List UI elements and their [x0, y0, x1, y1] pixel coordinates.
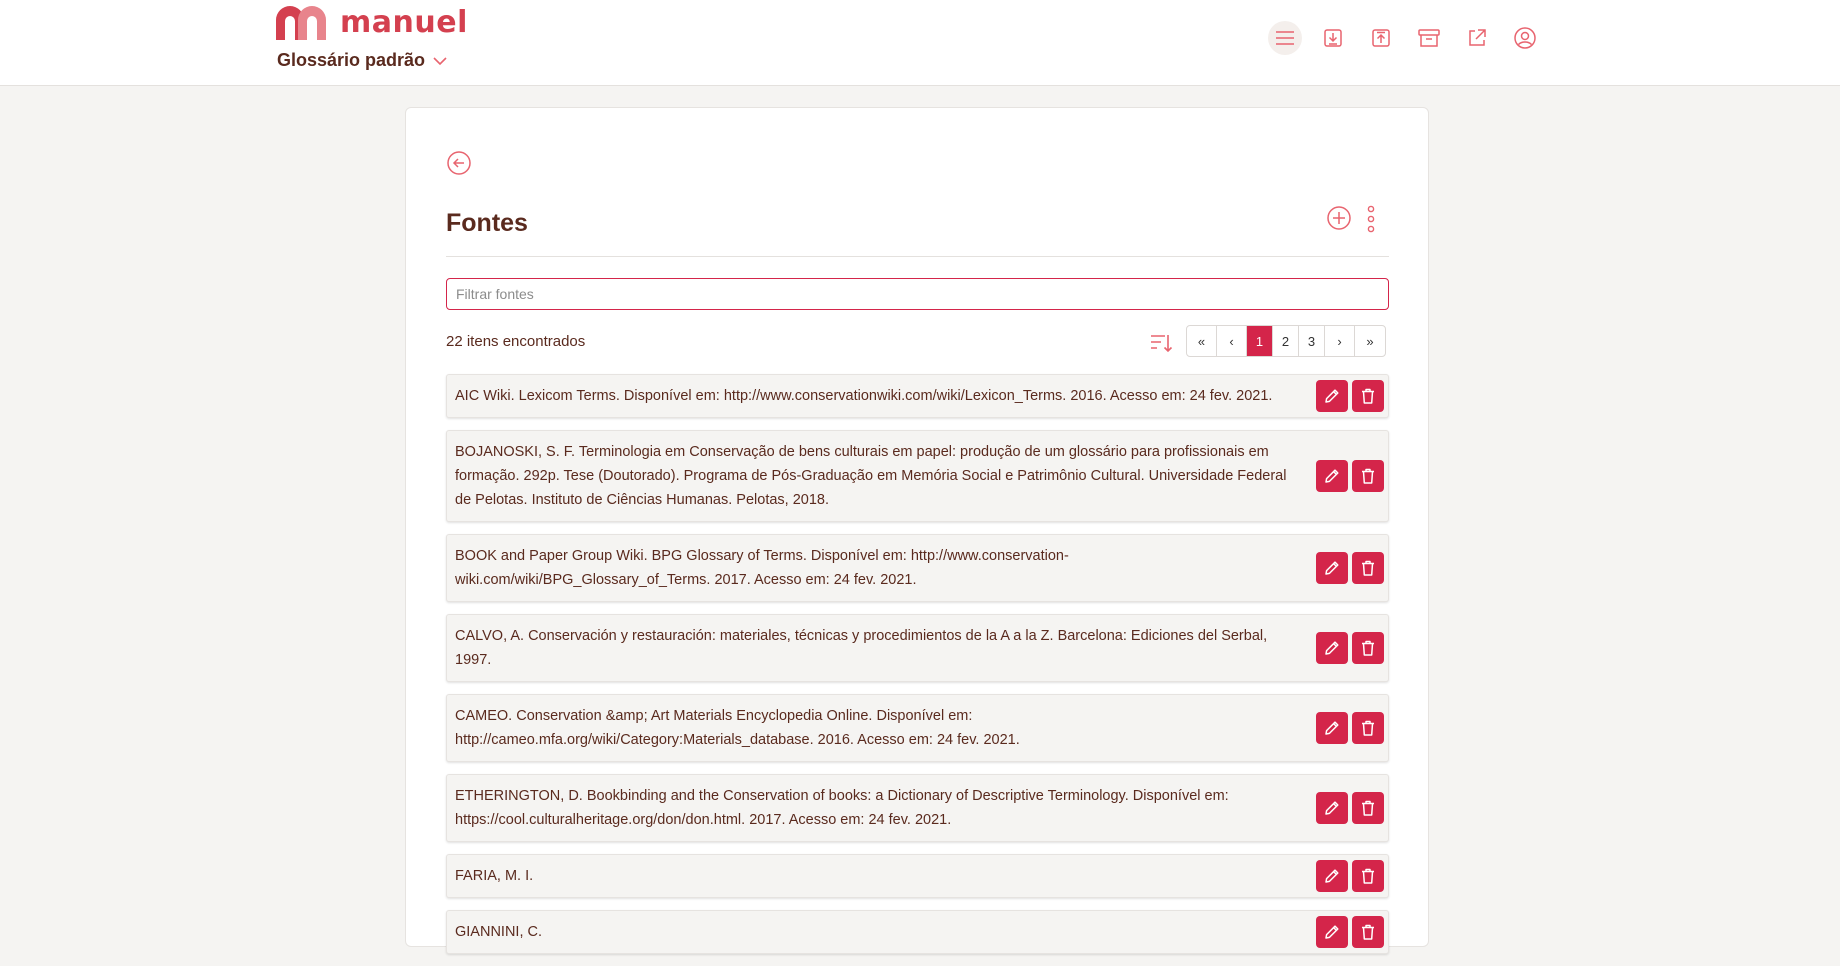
source-text: ETHERINGTON, D. Bookbinding and the Cons…	[455, 788, 1229, 828]
list-item: ETHERINGTON, D. Bookbinding and the Cons…	[446, 774, 1389, 842]
list-item: CAMEO. Conservation &amp; Art Materials …	[446, 694, 1389, 762]
import-button[interactable]	[1316, 21, 1350, 55]
export-button[interactable]	[1364, 21, 1398, 55]
user-menu-button[interactable]	[1508, 21, 1542, 55]
chevron-down-icon	[433, 56, 447, 65]
logo-mark-icon	[276, 5, 326, 40]
row-actions	[1312, 460, 1388, 492]
source-text: CALVO, A. Conservación y restauración: m…	[455, 628, 1268, 668]
row-actions	[1312, 632, 1388, 664]
back-button[interactable]	[446, 150, 472, 176]
trash-icon	[1362, 720, 1374, 736]
delete-button[interactable]	[1352, 552, 1384, 584]
edit-button[interactable]	[1316, 792, 1348, 824]
page-2-button[interactable]: 2	[1273, 326, 1299, 356]
plus-circle-icon	[1327, 206, 1351, 230]
page-3-button[interactable]: 3	[1299, 326, 1325, 356]
edit-button[interactable]	[1316, 632, 1348, 664]
pencil-icon	[1325, 925, 1339, 939]
menu-icon	[1276, 31, 1294, 45]
source-text: FARIA, M. I.	[455, 868, 534, 884]
delete-button[interactable]	[1352, 460, 1384, 492]
trash-icon	[1362, 640, 1374, 656]
delete-button[interactable]	[1352, 712, 1384, 744]
trash-icon	[1362, 388, 1374, 404]
filter-input[interactable]	[446, 278, 1389, 310]
row-actions	[1312, 380, 1388, 412]
delete-button[interactable]	[1352, 632, 1384, 664]
glossary-selector[interactable]: Glossário padrão	[277, 50, 447, 71]
user-icon	[1514, 27, 1536, 49]
delete-button[interactable]	[1352, 860, 1384, 892]
sources-card: Fontes 22 itens encontrados « ‹ 1 2 3 › …	[405, 107, 1429, 954]
edit-button[interactable]	[1316, 552, 1348, 584]
source-text: CAMEO. Conservation &amp; Art Materials …	[455, 708, 1020, 748]
source-text: BOOK and Paper Group Wiki. BPG Glossary …	[455, 548, 1069, 588]
pencil-icon	[1325, 801, 1339, 815]
pencil-icon	[1325, 389, 1339, 403]
list-item: BOJANOSKI, S. F. Terminologia em Conserv…	[446, 430, 1389, 522]
source-text: BOJANOSKI, S. F. Terminologia em Conserv…	[455, 444, 1287, 508]
pencil-icon	[1325, 641, 1339, 655]
trash-icon	[1362, 868, 1374, 884]
open-external-button[interactable]	[1460, 21, 1494, 55]
top-toolbar	[1268, 21, 1556, 55]
pencil-icon	[1325, 561, 1339, 575]
pencil-icon	[1325, 869, 1339, 883]
source-text: AIC Wiki. Lexicom Terms. Disponível em: …	[455, 388, 1273, 404]
edit-button[interactable]	[1316, 860, 1348, 892]
source-text: GIANNINI, C.	[455, 924, 543, 940]
logo[interactable]: manuel	[276, 5, 468, 40]
next-page-button[interactable]: ›	[1325, 326, 1355, 356]
external-link-icon	[1469, 29, 1486, 46]
archive-button[interactable]	[1412, 21, 1446, 55]
more-vertical-icon	[1367, 205, 1375, 233]
previous-page-button[interactable]: ‹	[1217, 326, 1247, 356]
glossary-label: Glossário padrão	[277, 50, 426, 70]
row-actions	[1312, 792, 1388, 824]
menu-button[interactable]	[1268, 21, 1302, 55]
row-actions	[1312, 712, 1388, 744]
trash-icon	[1362, 924, 1374, 940]
delete-button[interactable]	[1352, 792, 1384, 824]
trash-icon	[1362, 468, 1374, 484]
pagination: « ‹ 1 2 3 › »	[1186, 325, 1386, 357]
results-count: 22 itens encontrados	[446, 333, 586, 350]
page-title: Fontes	[446, 209, 528, 237]
list-item: GIANNINI, C.	[446, 910, 1389, 954]
trash-icon	[1362, 560, 1374, 576]
last-page-button[interactable]: »	[1355, 326, 1385, 356]
sort-button[interactable]	[1148, 330, 1174, 356]
brand-name: manuel	[340, 5, 468, 40]
arrow-left-circle-icon	[447, 151, 471, 175]
edit-button[interactable]	[1316, 460, 1348, 492]
sources-list: AIC Wiki. Lexicom Terms. Disponível em: …	[446, 374, 1389, 966]
add-source-button[interactable]	[1326, 205, 1352, 231]
sort-descending-icon	[1151, 335, 1173, 353]
list-item: CALVO, A. Conservación y restauración: m…	[446, 614, 1389, 682]
list-item: BOOK and Paper Group Wiki. BPG Glossary …	[446, 534, 1389, 602]
more-options-button[interactable]	[1364, 204, 1378, 234]
pencil-icon	[1325, 721, 1339, 735]
list-item: FARIA, M. I.	[446, 854, 1389, 898]
edit-button[interactable]	[1316, 380, 1348, 412]
download-icon	[1324, 29, 1342, 47]
upload-icon	[1372, 29, 1390, 47]
list-item: AIC Wiki. Lexicom Terms. Disponível em: …	[446, 374, 1389, 418]
edit-button[interactable]	[1316, 712, 1348, 744]
archive-icon	[1418, 29, 1440, 47]
row-actions	[1312, 552, 1388, 584]
delete-button[interactable]	[1352, 380, 1384, 412]
first-page-button[interactable]: «	[1187, 326, 1217, 356]
title-divider	[446, 256, 1389, 257]
page-1-button[interactable]: 1	[1247, 326, 1273, 356]
trash-icon	[1362, 800, 1374, 816]
pencil-icon	[1325, 469, 1339, 483]
top-bar: manuel Glossário padrão	[0, 0, 1840, 86]
row-actions	[1312, 860, 1388, 892]
